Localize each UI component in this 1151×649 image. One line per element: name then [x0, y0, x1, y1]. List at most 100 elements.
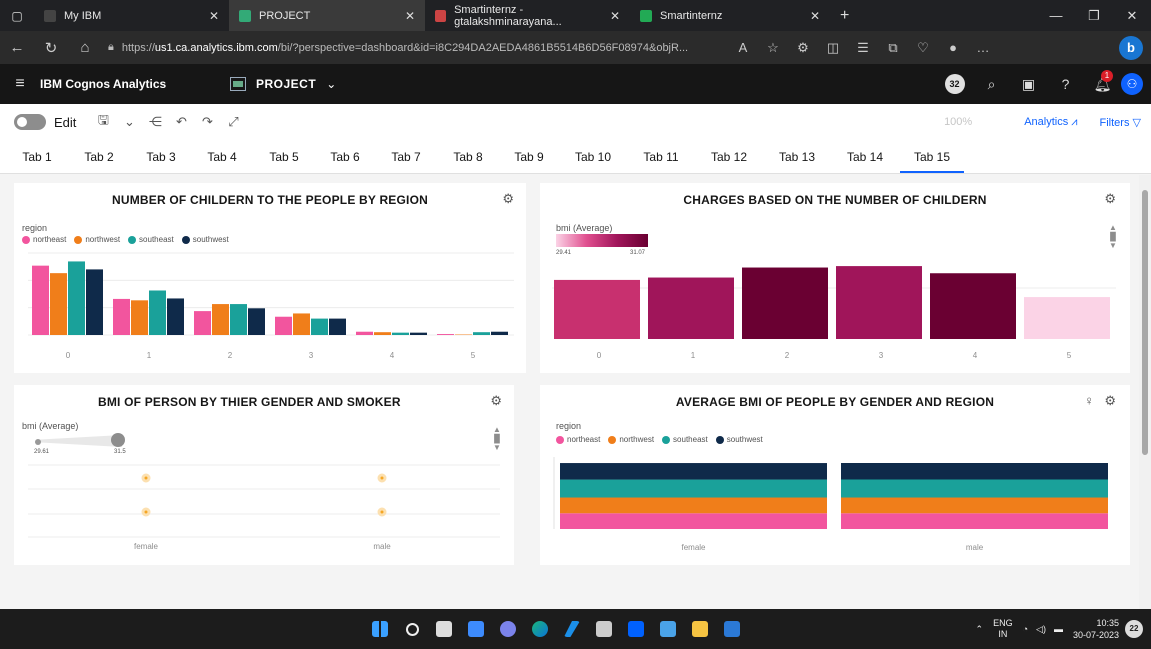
start-icon[interactable] [365, 614, 395, 644]
hamburger-menu-icon[interactable]: ≡ [0, 75, 40, 93]
smartinternz-favicon-icon [640, 9, 652, 22]
tab-3[interactable]: Tab 3 [136, 140, 186, 173]
notification-center-badge[interactable]: 22 [1125, 620, 1143, 638]
edit-toggle[interactable] [14, 114, 46, 130]
browser-tab-smartinternz[interactable]: Smartinternz ✕ [630, 0, 830, 31]
x-tick-label: female [134, 542, 159, 551]
back-icon[interactable]: ← [0, 39, 34, 56]
bar-children-5 [1024, 297, 1110, 339]
app-name[interactable]: IBM Cognos Analytics [40, 77, 230, 91]
tab-1[interactable]: Tab 1 [12, 140, 62, 173]
mail-icon[interactable] [717, 614, 747, 644]
charges-children-chart[interactable]: 0 1 2 3 4 5 [540, 183, 1130, 373]
tab-8[interactable]: Tab 8 [443, 140, 493, 173]
url-field[interactable]: 🔒︎ https:// us1.ca.analytics.ibm.com /bi… [108, 36, 708, 60]
save-icon[interactable]: 🖫︎ [90, 111, 116, 133]
filter-icon: ▽ [1132, 116, 1141, 129]
task-view-icon[interactable] [429, 614, 459, 644]
home-icon[interactable]: ⌂ [68, 39, 102, 56]
tab-5[interactable]: Tab 5 [259, 140, 309, 173]
language-indicator[interactable]: ENG IN [993, 618, 1013, 640]
tab-4[interactable]: Tab 4 [197, 140, 247, 173]
browser-essentials-icon[interactable]: ♡ [908, 40, 938, 56]
restore-icon[interactable]: ❐ [1075, 0, 1113, 31]
x-tick-label: 5 [1067, 351, 1072, 360]
more-options-icon[interactable]: … [968, 40, 998, 56]
tab-11[interactable]: Tab 11 [633, 140, 689, 173]
power-automate-icon[interactable] [557, 614, 587, 644]
new-tab-button[interactable]: + [830, 7, 859, 25]
filters-button[interactable]: Filters ▽ [1100, 116, 1141, 129]
search-icon[interactable] [397, 614, 427, 644]
browser-tab-project[interactable]: PROJECT ✕ [229, 0, 425, 31]
collections-icon[interactable]: ⧉ [878, 40, 908, 56]
analytics-button[interactable]: Analytics ⩘ [1024, 116, 1077, 129]
tab-14[interactable]: Tab 14 [837, 140, 893, 173]
close-tab-icon[interactable]: ✕ [209, 9, 219, 23]
user-avatar-icon[interactable]: ⚇ [1121, 73, 1143, 95]
url-path: /bi/?perspective=dashboard&id=i8C294DA2A… [277, 41, 689, 54]
favorites-icon[interactable]: ☰ [848, 40, 878, 56]
bar-male-southeast [841, 479, 1108, 498]
canvas-scrollbar-thumb[interactable] [1142, 190, 1148, 455]
help-icon[interactable]: ? [1047, 76, 1084, 92]
redo-icon[interactable]: ↷ [194, 114, 220, 130]
tab-6[interactable]: Tab 6 [320, 140, 370, 173]
browser-tab-my-ibm[interactable]: My IBM ✕ [34, 0, 229, 31]
clock[interactable]: 10:35 30-07-2023 [1073, 617, 1119, 641]
teams-chat-icon[interactable] [493, 614, 523, 644]
tab-9[interactable]: Tab 9 [504, 140, 554, 173]
tab-12[interactable]: Tab 12 [701, 140, 757, 173]
bar-southeast [392, 332, 409, 335]
store-icon[interactable] [589, 614, 619, 644]
panel-children-by-region[interactable]: NUMBER OF CHILDERN TO THE PEOPLE BY REGI… [14, 183, 526, 373]
tab-15[interactable]: Tab 15 [900, 140, 964, 173]
window-menu-icon[interactable]: ▢ [0, 0, 34, 31]
close-tab-icon[interactable]: ✕ [405, 9, 415, 23]
photos-icon[interactable] [653, 614, 683, 644]
analytics-chart-icon: ⩘ [1071, 115, 1078, 128]
extensions-icon[interactable]: ⚙ [788, 40, 818, 56]
panel-charges-by-children[interactable]: CHARGES BASED ON THE NUMBER OF CHILDERN … [540, 183, 1130, 373]
split-screen-icon[interactable]: ◫ [818, 40, 848, 56]
bmi-gender-smoker-chart[interactable]: female male [14, 385, 514, 565]
battery-icon[interactable]: ▬ [1054, 624, 1063, 634]
read-aloud-icon[interactable]: A [728, 40, 758, 56]
dropbox-icon[interactable] [621, 614, 651, 644]
bing-chat-icon[interactable]: b [1119, 36, 1143, 60]
chevron-down-icon[interactable]: ⌄ [116, 114, 142, 130]
minimize-icon[interactable]: — [1037, 0, 1075, 31]
tab-13[interactable]: Tab 13 [769, 140, 825, 173]
edge-icon[interactable] [525, 614, 555, 644]
notifications-count[interactable]: 32 [936, 74, 973, 94]
close-tab-icon[interactable]: ✕ [610, 9, 620, 23]
file-explorer-icon[interactable] [685, 614, 715, 644]
search-icon[interactable]: ⌕ [973, 76, 1010, 93]
close-tab-icon[interactable]: ✕ [810, 9, 820, 23]
tab-10[interactable]: Tab 10 [565, 140, 621, 173]
chevron-down-icon[interactable]: ⌄ [326, 77, 336, 91]
assistant-icon[interactable]: ▣ [1010, 76, 1047, 93]
undo-icon[interactable]: ↶ [168, 114, 194, 130]
refresh-icon[interactable]: ↻ [34, 39, 68, 57]
browser-tab-gmail[interactable]: Smartinternz - gtalakshminarayana... ✕ [425, 0, 630, 31]
panel-avg-bmi-gender-region[interactable]: AVERAGE BMI OF PEOPLE BY GENDER AND REGI… [540, 385, 1130, 565]
children-region-chart[interactable]: 0 1 2 3 4 5 [14, 183, 526, 373]
project-name[interactable]: PROJECT [256, 77, 316, 91]
close-window-icon[interactable]: ✕ [1113, 0, 1151, 31]
panel-bmi-gender-smoker[interactable]: BMI OF PERSON BY THIER GENDER AND SMOKER… [14, 385, 514, 565]
profile-icon[interactable]: ● [938, 40, 968, 56]
avg-bmi-gender-region-chart[interactable]: female male [540, 385, 1130, 565]
browser-tab-bar: ▢ My IBM ✕ PROJECT ✕ Smartinternz - gtal… [0, 0, 1151, 31]
share-icon[interactable]: ⋲ [142, 114, 168, 130]
widgets-icon[interactable] [461, 614, 491, 644]
bell-icon[interactable]: 🔔︎ 1 [1084, 69, 1121, 93]
volume-icon[interactable]: ◁) [1036, 624, 1046, 635]
chevron-up-icon[interactable]: ⌃ [976, 624, 984, 635]
tab-2[interactable]: Tab 2 [74, 140, 124, 173]
wifi-icon[interactable]: ◔ [1023, 624, 1028, 634]
tab-7[interactable]: Tab 7 [381, 140, 431, 173]
bar-male-northwest [841, 497, 1108, 514]
favorite-star-icon[interactable]: ☆ [758, 40, 788, 56]
expand-icon[interactable]: ⤢ [220, 114, 246, 130]
